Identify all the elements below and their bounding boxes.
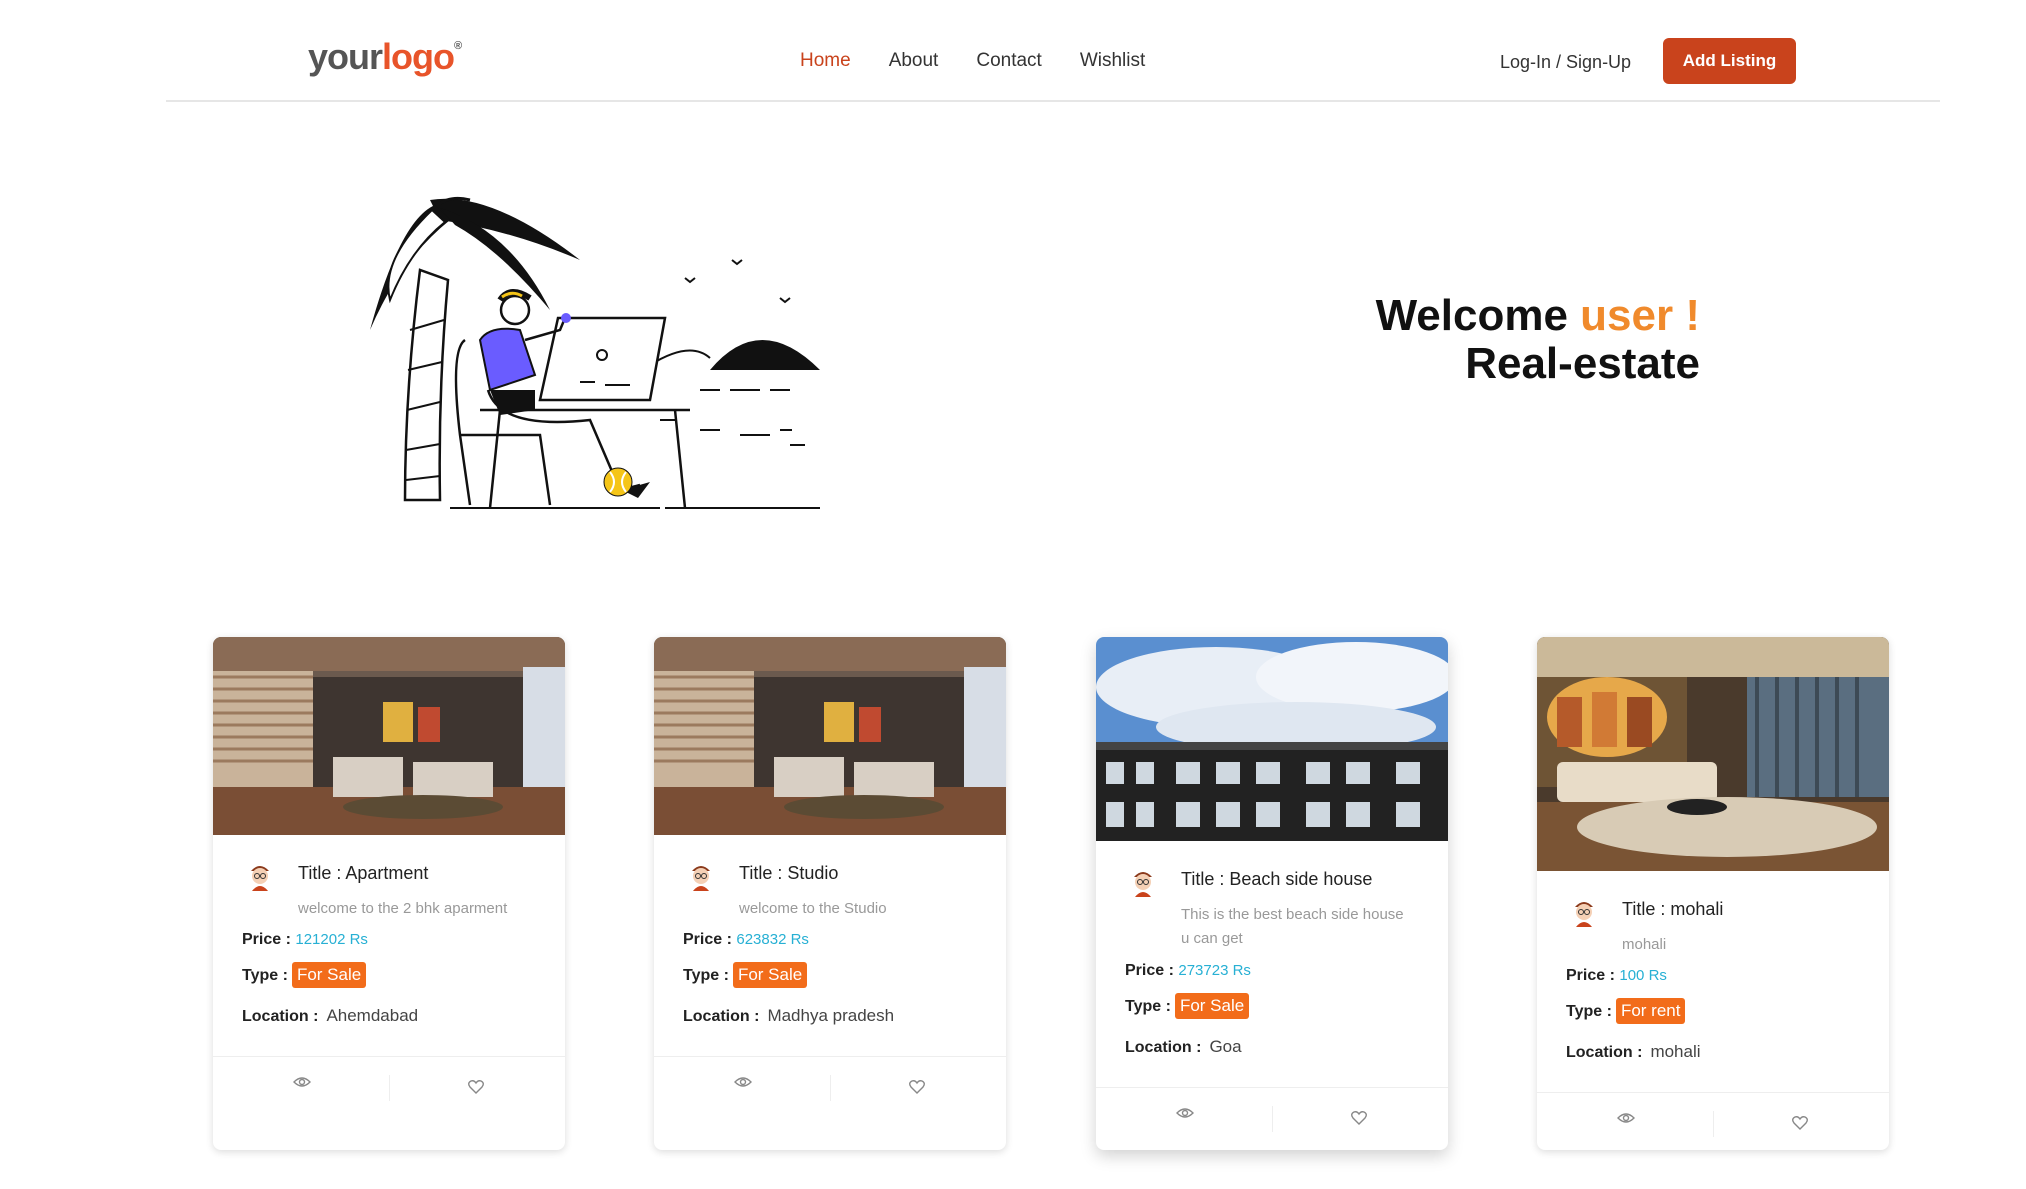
main-nav: Home About Contact Wishlist	[800, 50, 1145, 72]
listing-image-lounge	[1537, 637, 1889, 871]
listing-card[interactable]: Title : Studio welcome to the Studio Pri…	[654, 637, 1006, 1150]
card-title: Title : Beach side house	[1181, 869, 1373, 889]
type-label: Type :	[683, 967, 729, 984]
avatar-icon	[692, 866, 710, 891]
nav-about[interactable]: About	[889, 50, 939, 72]
nav-wishlist[interactable]: Wishlist	[1080, 50, 1145, 72]
card-footer	[654, 1056, 1006, 1150]
card-description: This is the best beach side house u can …	[1181, 906, 1404, 947]
hero-heading: Welcome user ! Real-estate	[1300, 292, 1700, 388]
price-label: Price :	[683, 931, 732, 948]
card-description: welcome to the 2 bhk aparment	[298, 900, 508, 917]
location-value: Madhya pradesh	[767, 1006, 895, 1025]
heart-icon[interactable]	[1351, 1110, 1367, 1125]
type-badge: For Sale	[732, 962, 808, 988]
price-value: 121202 Rs	[295, 931, 368, 948]
type-badge: For Sale	[1174, 993, 1250, 1019]
location-value: Goa	[1209, 1037, 1242, 1056]
card-title: Title : Studio	[739, 863, 839, 883]
heart-icon[interactable]	[909, 1079, 925, 1094]
card-description: welcome to the Studio	[739, 900, 887, 917]
listing-image-living-room	[654, 637, 1006, 835]
nav-contact[interactable]: Contact	[976, 50, 1041, 72]
hero-user: user !	[1580, 291, 1700, 340]
logo-text-your: your	[308, 36, 383, 77]
logo-text-logo: logo	[382, 36, 455, 77]
location-value: mohali	[1650, 1042, 1701, 1061]
type-label: Type :	[1566, 1003, 1612, 1020]
logo-registered-mark: ®	[454, 40, 462, 52]
price-label: Price :	[1125, 962, 1174, 979]
price-label: Price :	[1566, 967, 1615, 984]
listing-card[interactable]: Title : mohali mohali Price : 100 Rs Typ…	[1537, 637, 1889, 1150]
hero-subtitle: Real-estate	[1465, 339, 1700, 388]
add-listing-button[interactable]: Add Listing	[1663, 38, 1796, 84]
eye-icon[interactable]	[734, 1075, 752, 1089]
card-footer	[213, 1056, 565, 1150]
type-badge: For Sale	[291, 962, 367, 988]
logo[interactable]: yourlogo®	[308, 36, 462, 78]
heart-icon[interactable]	[1792, 1115, 1808, 1130]
card-footer	[1096, 1087, 1448, 1150]
type-badge: For rent	[1615, 998, 1686, 1024]
heart-icon[interactable]	[468, 1079, 484, 1094]
card-footer	[1537, 1092, 1889, 1150]
avatar-icon	[251, 866, 269, 891]
price-label: Price :	[242, 931, 291, 948]
price-value: 100 Rs	[1619, 967, 1667, 984]
listing-card[interactable]: Title : Apartment welcome to the 2 bhk a…	[213, 637, 565, 1150]
location-label: Location :	[683, 1008, 760, 1025]
site-header: yourlogo® Home About Contact Wishlist Lo…	[166, 0, 1940, 102]
eye-icon[interactable]	[293, 1075, 311, 1089]
type-label: Type :	[1125, 998, 1171, 1015]
location-label: Location :	[242, 1008, 319, 1025]
login-signup-link[interactable]: Log-In / Sign-Up	[1500, 52, 1631, 73]
nav-home[interactable]: Home	[800, 50, 851, 72]
card-description: mohali	[1622, 936, 1667, 953]
hero-welcome: Welcome	[1375, 291, 1568, 340]
type-label: Type :	[242, 967, 288, 984]
listing-image-living-room	[213, 637, 565, 835]
card-title: Title : mohali	[1622, 899, 1724, 919]
eye-icon[interactable]	[1617, 1111, 1635, 1125]
price-value: 623832 Rs	[736, 931, 809, 948]
avatar-icon	[1575, 902, 1593, 927]
card-title: Title : Apartment	[298, 863, 429, 883]
eye-icon[interactable]	[1176, 1106, 1194, 1120]
hero-illustration	[370, 196, 820, 509]
listing-card[interactable]: Title : Beach side house This is the bes…	[1096, 637, 1448, 1150]
location-label: Location :	[1566, 1044, 1643, 1061]
avatar-icon	[1134, 872, 1152, 897]
location-value: Ahemdabad	[326, 1006, 419, 1025]
listing-image-building	[1096, 637, 1448, 841]
location-label: Location :	[1125, 1039, 1202, 1056]
price-value: 273723 Rs	[1178, 962, 1251, 979]
